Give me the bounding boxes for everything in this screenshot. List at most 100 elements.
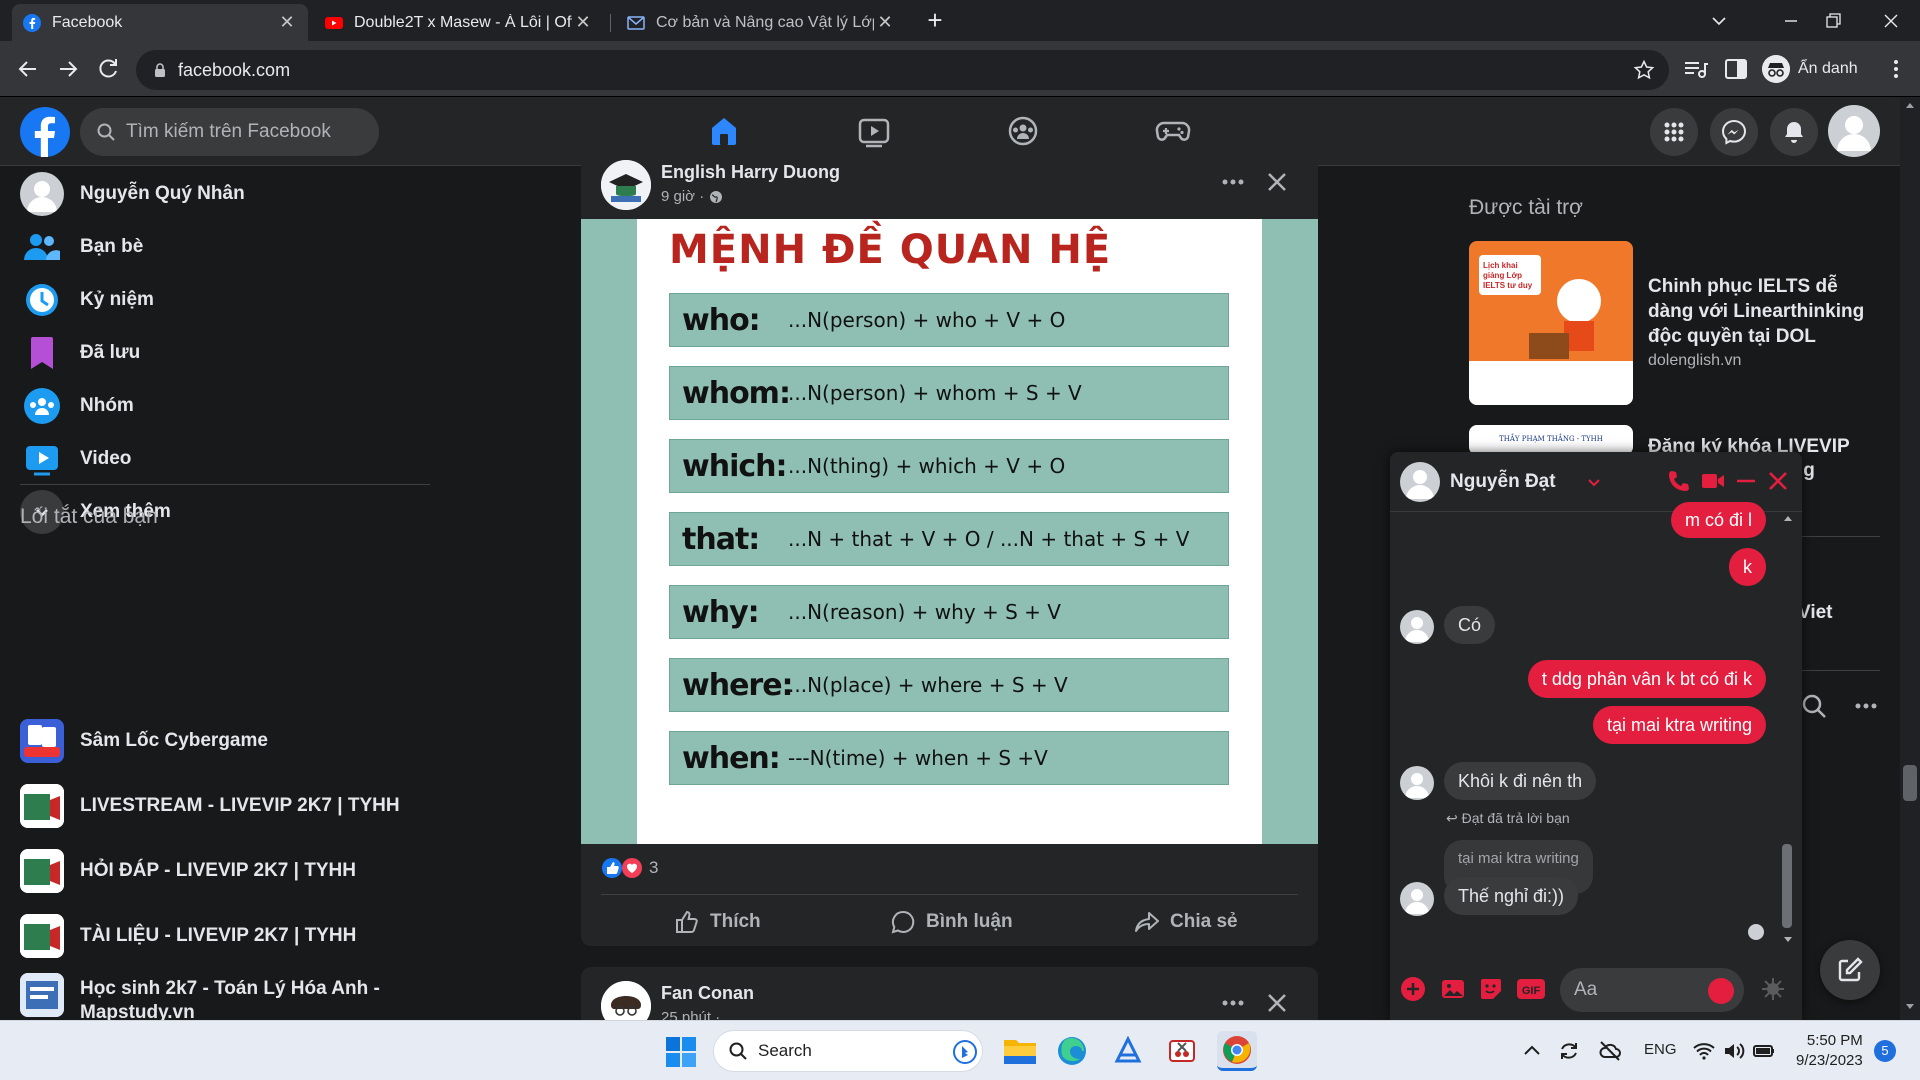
close-chat-icon[interactable]: [1765, 468, 1791, 494]
sidebar-item-friends[interactable]: Bạn bè: [20, 219, 430, 275]
shortcut-item[interactable]: TÀI LIỆU - LIVEVIP 2K7 | TYHH: [20, 908, 430, 964]
reload-icon[interactable]: [92, 53, 124, 85]
contacts-search-icon[interactable]: [1800, 692, 1828, 720]
share-button[interactable]: Chia sẻ: [1134, 902, 1238, 942]
reaction-sticker-icon[interactable]: [1760, 976, 1786, 1002]
like-button[interactable]: Thích: [674, 902, 761, 942]
scroll-up-arrow-icon[interactable]: [1905, 101, 1915, 109]
side-panel-icon[interactable]: [1722, 55, 1750, 83]
taskbar-app-store[interactable]: [1108, 1031, 1148, 1071]
ad-image[interactable]: Lịch khai giảng Lớp IELTS tư duy: [1469, 241, 1633, 405]
chat-message-outgoing[interactable]: tại mai ktra writing: [1592, 706, 1766, 744]
bing-icon[interactable]: [952, 1039, 978, 1065]
bookmark-star-icon[interactable]: [1633, 59, 1655, 81]
facebook-search-input[interactable]: Tìm kiếm trên Facebook: [80, 108, 379, 156]
tab-gmail[interactable]: Cơ bản và Nâng cao Vật lý Lớp 1 ✕: [616, 4, 906, 41]
incognito-profile-button[interactable]: Ẩn danh: [1762, 52, 1858, 86]
taskbar-snipping-tool[interactable]: [1162, 1031, 1202, 1071]
close-window-icon[interactable]: [1876, 6, 1906, 36]
comment-button[interactable]: Bình luận: [890, 902, 1013, 942]
battery-icon[interactable]: [1752, 1039, 1776, 1063]
more-options-icon[interactable]: [1217, 987, 1249, 1019]
chat-message-incoming[interactable]: Thế nghỉ đi:)): [1444, 877, 1579, 915]
browser-menu-icon[interactable]: [1880, 53, 1912, 85]
post-author-avatar[interactable]: [601, 160, 651, 210]
video-call-icon[interactable]: [1700, 468, 1726, 494]
forward-icon[interactable]: [52, 53, 84, 85]
new-message-button[interactable]: [1820, 940, 1880, 1000]
sticker-icon[interactable]: [1478, 976, 1504, 1002]
post-image[interactable]: MỆNH ĐỀ QUAN HỆ who: ...N(person) + who +…: [581, 219, 1318, 844]
sidebar-item-profile[interactable]: Nguyễn Quý Nhân: [20, 166, 430, 222]
ad-image[interactable]: THẦY PHẠM THẮNG - TYHH: [1469, 425, 1633, 455]
shortcut-item[interactable]: Học sinh 2k7 - Toán Lý Hóa Anh - Mapstud…: [20, 973, 430, 1023]
sidebar-item-video[interactable]: Video: [20, 431, 430, 487]
post-author-name[interactable]: English Harry Duong: [661, 162, 840, 183]
shortcut-item[interactable]: HỎI ĐÁP - LIVEVIP 2K7 | TYHH: [20, 843, 430, 899]
restore-icon[interactable]: [1818, 6, 1848, 36]
notification-center-badge[interactable]: 5: [1874, 1040, 1896, 1062]
hide-post-close-icon[interactable]: [1261, 166, 1293, 198]
menu-button[interactable]: [1650, 108, 1698, 156]
scroll-down-arrow-icon[interactable]: [1905, 1003, 1915, 1011]
photo-icon[interactable]: [1440, 976, 1466, 1002]
more-options-icon[interactable]: [1217, 166, 1249, 198]
wifi-icon[interactable]: [1692, 1039, 1716, 1063]
scroll-up-arrow-icon[interactable]: [1783, 514, 1793, 522]
scroll-down-arrow-icon[interactable]: [1783, 936, 1793, 944]
page-scrollbar[interactable]: [1900, 97, 1920, 1020]
contacts-more-icon[interactable]: [1850, 690, 1882, 722]
minimize-icon[interactable]: [1776, 6, 1806, 36]
sidebar-item-groups[interactable]: Nhóm: [20, 378, 430, 434]
watch-icon[interactable]: [852, 109, 896, 153]
home-icon[interactable]: [702, 109, 746, 153]
hide-post-close-icon[interactable]: [1261, 987, 1293, 1019]
input-language[interactable]: ENG: [1644, 1041, 1677, 1058]
post-timestamp[interactable]: 9 giờ ·: [661, 188, 723, 205]
chat-scroll-thumb[interactable]: [1782, 844, 1792, 928]
ad-title[interactable]: Chinh phục IELTS dễ dàng với Linearthink…: [1648, 274, 1888, 349]
show-hidden-icons-chevron-icon[interactable]: [1520, 1039, 1544, 1063]
chevron-down-icon[interactable]: [1587, 476, 1601, 490]
phone-call-icon[interactable]: [1666, 468, 1692, 494]
tab-youtube[interactable]: Double2T x Masew - À Lôi | Offic ✕: [314, 4, 604, 41]
chat-contact-name[interactable]: Nguyễn Đạt: [1450, 471, 1556, 493]
chat-scrollbar[interactable]: [1780, 514, 1796, 944]
taskbar-edge[interactable]: [1052, 1031, 1092, 1071]
chat-message-outgoing[interactable]: k: [1729, 548, 1766, 586]
cloud-offline-icon[interactable]: [1598, 1039, 1622, 1063]
taskbar-chrome[interactable]: [1217, 1031, 1257, 1071]
tab-close-icon[interactable]: ✕: [874, 12, 896, 33]
sync-icon[interactable]: [1557, 1039, 1581, 1063]
plus-circle-icon[interactable]: [1400, 976, 1426, 1002]
chat-message-incoming[interactable]: Khôi k đi nên th: [1444, 762, 1597, 800]
shortcut-item[interactable]: LIVESTREAM - LIVEVIP 2K7 | TYHH: [20, 778, 430, 834]
account-avatar[interactable]: [1828, 105, 1880, 157]
sidebar-item-saved[interactable]: Đã lưu: [20, 325, 430, 381]
taskbar-search-box[interactable]: Search: [713, 1030, 983, 1072]
media-queue-icon[interactable]: [1681, 55, 1709, 83]
shortcut-item[interactable]: Sâm Lốc Cybergame: [20, 713, 430, 769]
tab-close-icon[interactable]: ✕: [276, 12, 298, 33]
notifications-button[interactable]: [1770, 108, 1818, 156]
lock-icon[interactable]: [152, 62, 168, 78]
sidebar-item-memories[interactable]: Kỷ niệm: [20, 272, 430, 328]
chat-message-outgoing[interactable]: m có đi l: [1670, 502, 1766, 538]
groups-nav-icon[interactable]: [1001, 109, 1045, 153]
windows-start-icon[interactable]: [665, 1036, 697, 1068]
volume-icon[interactable]: [1722, 1039, 1746, 1063]
back-icon[interactable]: [12, 53, 44, 85]
taskbar-clock[interactable]: 5:50 PM 9/23/2023: [1796, 1031, 1863, 1071]
tab-search-chevron-icon[interactable]: [1704, 6, 1734, 36]
page-scroll-thumb[interactable]: [1903, 765, 1917, 801]
chat-avatar[interactable]: [1400, 462, 1440, 502]
emoji-icon[interactable]: [1708, 978, 1734, 1004]
post-author-name[interactable]: Fan Conan: [661, 983, 754, 1004]
gif-icon[interactable]: GIF: [1516, 976, 1546, 1002]
chat-message-incoming[interactable]: Có: [1444, 606, 1496, 644]
tab-close-icon[interactable]: ✕: [572, 12, 594, 33]
tab-facebook[interactable]: Facebook ✕: [12, 4, 308, 41]
minimize-chat-icon[interactable]: [1733, 468, 1759, 494]
new-tab-button[interactable]: +: [922, 7, 948, 34]
messenger-button[interactable]: [1710, 108, 1758, 156]
